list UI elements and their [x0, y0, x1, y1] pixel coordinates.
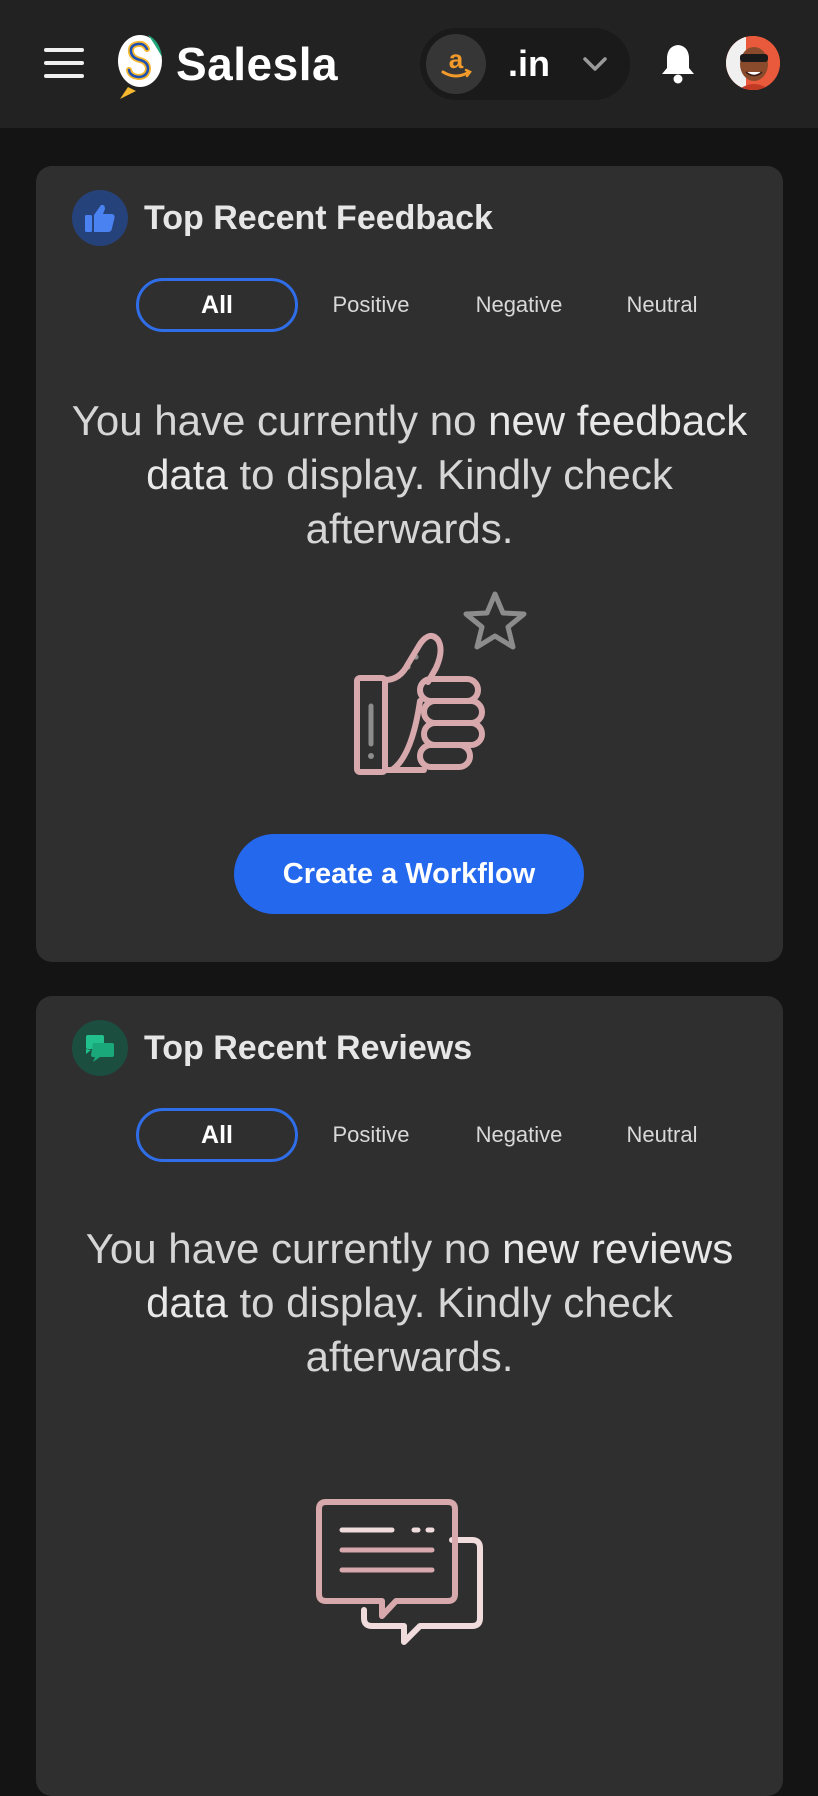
- top-app-bar: Salesla a .in: [0, 0, 818, 128]
- card-title: Top Recent Reviews: [144, 1029, 473, 1067]
- marketplace-label: .in: [508, 43, 550, 84]
- tab-negative[interactable]: Negative: [450, 278, 588, 332]
- bell-icon[interactable]: [660, 42, 696, 84]
- empty-state-message: You have currently no new feedback data …: [71, 397, 748, 552]
- hamburger-menu-icon[interactable]: [44, 48, 84, 78]
- tab-negative[interactable]: Negative: [450, 1108, 588, 1162]
- feedback-filter-tabs: All Positive Negative Neutral: [100, 278, 720, 332]
- marketplace-selector[interactable]: a .in: [420, 28, 630, 100]
- top-recent-reviews-card: Top Recent Reviews All Positive Negative…: [36, 996, 783, 1796]
- tab-positive[interactable]: Positive: [310, 1108, 432, 1162]
- tab-neutral[interactable]: Neutral: [600, 278, 724, 332]
- reviews-filter-tabs: All Positive Negative Neutral: [100, 1108, 720, 1162]
- chat-bubbles-icon: [72, 1020, 128, 1076]
- user-avatar[interactable]: [726, 36, 780, 90]
- chat-messages-illustration: [316, 1499, 483, 1645]
- brand-name: Salesla: [176, 38, 339, 90]
- chevron-down-icon: [583, 57, 607, 71]
- thumbs-up-icon: [72, 190, 128, 246]
- tab-all[interactable]: All: [136, 278, 298, 332]
- tab-neutral[interactable]: Neutral: [600, 1108, 724, 1162]
- tab-all[interactable]: All: [136, 1108, 298, 1162]
- salesla-logo-icon: [118, 35, 162, 99]
- amazon-logo-icon: a: [426, 34, 486, 94]
- svg-text:a: a: [449, 44, 464, 74]
- card-title: Top Recent Feedback: [144, 199, 493, 237]
- top-recent-feedback-card: Top Recent Feedback All Positive Negativ…: [36, 166, 783, 962]
- tab-positive[interactable]: Positive: [310, 278, 432, 332]
- empty-state-message: You have currently no new reviews data t…: [85, 1225, 734, 1380]
- create-workflow-button[interactable]: Create a Workflow: [234, 834, 584, 914]
- thumbs-up-star-illustration: [354, 591, 527, 775]
- brand-logo[interactable]: Salesla: [114, 28, 338, 100]
